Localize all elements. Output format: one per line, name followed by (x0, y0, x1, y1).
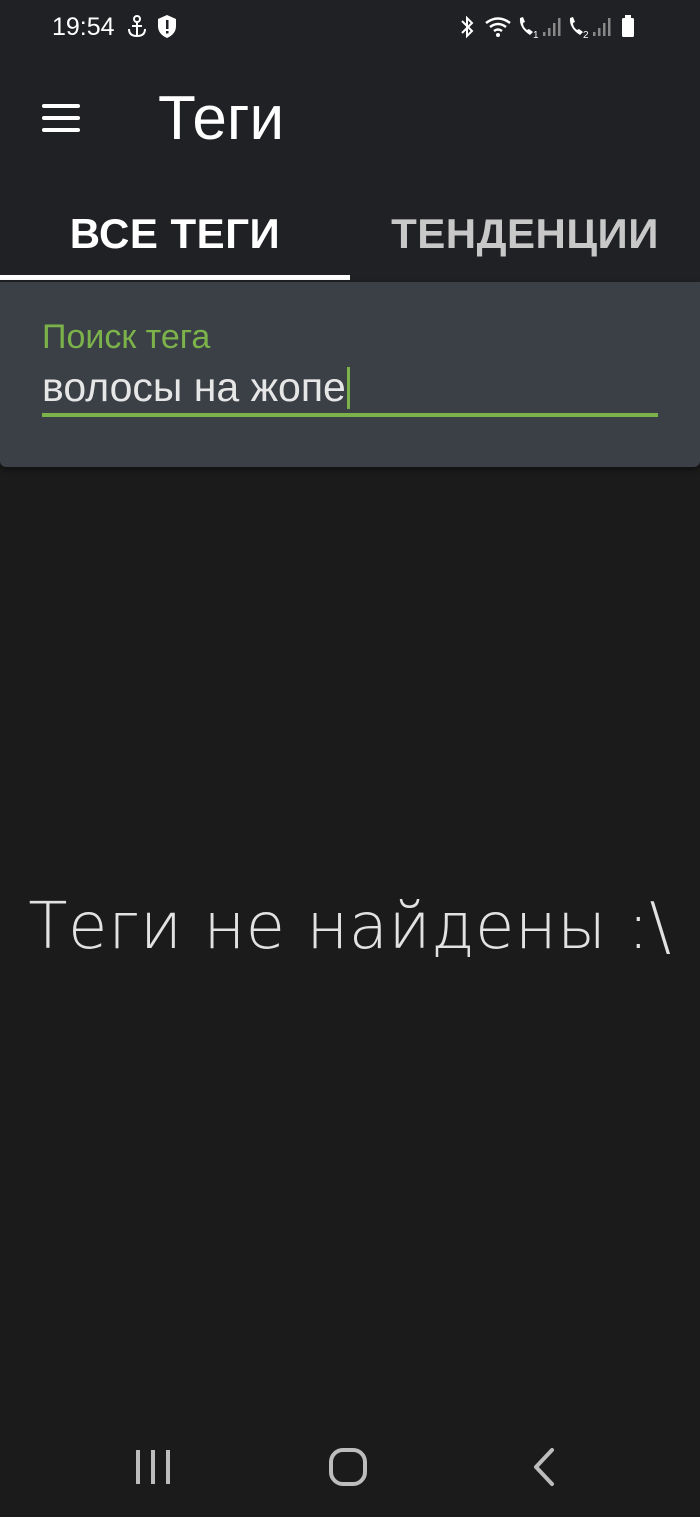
search-input-underline (42, 413, 658, 417)
anchor-icon (126, 14, 148, 45)
call-sim1-icon: 1 (516, 14, 542, 45)
search-field-label: Поиск тега (42, 318, 211, 356)
tab-bar: ВСЕ ТЕГИ ТЕНДЕНЦИИ (0, 186, 700, 282)
call-sim2-icon: 2 (566, 14, 592, 45)
signal-sim2-icon (592, 14, 612, 45)
tab-selected-indicator (0, 275, 350, 280)
bluetooth-icon (458, 14, 476, 45)
status-time: 19:54 (52, 13, 115, 41)
tab-trending[interactable]: ТЕНДЕНЦИИ (350, 186, 700, 282)
search-input-value: волосы на жопе (42, 364, 346, 410)
signal-sim1-icon (542, 14, 562, 45)
recent-apps-button[interactable] (113, 1440, 193, 1496)
menu-button[interactable] (30, 90, 94, 146)
status-icons: 1 2 (458, 14, 648, 41)
home-icon (329, 1448, 367, 1486)
shield-alert-icon (156, 14, 178, 45)
wifi-icon (484, 14, 512, 45)
back-button[interactable] (504, 1440, 584, 1496)
page-title: Теги (158, 84, 285, 153)
recent-apps-icon (136, 1450, 170, 1484)
back-icon (534, 1448, 554, 1486)
svg-text:2: 2 (583, 30, 589, 40)
toolbar: Теги (0, 56, 700, 186)
system-nav-bar (0, 1420, 700, 1517)
search-input[interactable]: волосы на жопе (42, 364, 350, 411)
status-bar: 19:54 1 2 (0, 0, 700, 56)
tab-all-tags[interactable]: ВСЕ ТЕГИ (0, 186, 350, 282)
app-header: 19:54 1 2 Теги ВСЕ ТЕГИ ТЕНДЕНЦИИ (0, 0, 700, 282)
svg-text:1: 1 (533, 30, 539, 40)
empty-state-message: Теги не найдены :\ (28, 890, 672, 964)
text-cursor (346, 367, 350, 409)
search-panel: Поиск тега волосы на жопе (0, 282, 700, 467)
battery-icon (620, 14, 636, 45)
home-button[interactable] (308, 1440, 388, 1496)
